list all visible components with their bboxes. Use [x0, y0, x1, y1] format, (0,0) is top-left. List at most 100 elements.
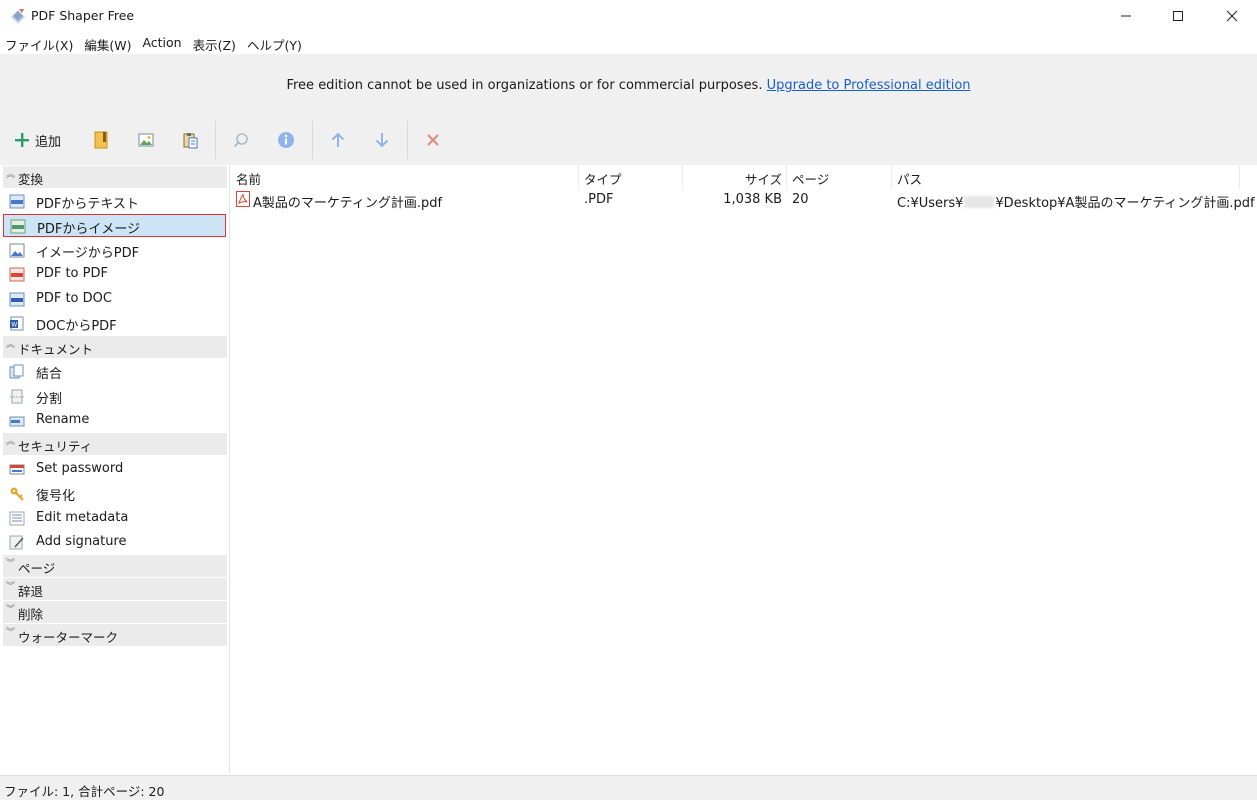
file-pages: 20 — [792, 192, 809, 207]
signature-icon — [9, 535, 24, 550]
toolbar-separator — [407, 121, 408, 159]
menu-view[interactable]: 表示(Z) — [188, 32, 241, 54]
maximize-icon — [1173, 11, 1183, 21]
sidebar-item-pdf-to-text[interactable]: PDFからテキスト — [3, 190, 226, 213]
group-header-page[interactable]: ︾ ページ — [3, 555, 227, 577]
file-path-prefix: C:¥Users¥ — [897, 196, 964, 211]
bookmark-icon — [94, 131, 108, 149]
sidebar-item-pdf-to-image[interactable]: PDFからイメージ — [3, 214, 226, 237]
sidebar-item-add-signature[interactable]: Add signature — [3, 531, 226, 554]
chevron-up-icon: ︽ — [6, 340, 16, 350]
upgrade-link[interactable]: Upgrade to Professional edition — [767, 78, 971, 93]
close-button[interactable] — [1207, 0, 1257, 32]
menu-edit[interactable]: 編集(W) — [79, 32, 136, 54]
sidebar-item-pdf-to-doc[interactable]: PDF to DOC — [3, 288, 226, 311]
file-list: 名前 タイプ サイズ ページ パス A製品のマーケティング計画.pdf .PDF… — [231, 165, 1257, 773]
split-icon — [10, 389, 24, 404]
column-header-size[interactable]: サイズ — [683, 165, 787, 189]
doc-file-icon — [9, 292, 25, 307]
add-label: 追加 — [35, 134, 62, 150]
chevron-down-icon: ︾ — [6, 582, 16, 592]
jpg-file-icon — [10, 219, 26, 234]
clipboard-icon — [183, 133, 198, 149]
plus-icon — [15, 133, 29, 147]
toolbar: 追加 — [0, 120, 1257, 160]
sidebar-item-split[interactable]: 分割 — [3, 385, 226, 408]
sidebar-item-set-password[interactable]: Set password — [3, 458, 226, 481]
image-to-pdf-icon — [9, 243, 25, 258]
sidebar-item-doc-to-pdf[interactable]: W DOCからPDF — [3, 312, 226, 335]
close-icon — [1226, 10, 1238, 22]
arrow-down-icon — [375, 133, 389, 148]
chevron-down-icon: ︾ — [6, 605, 16, 615]
menu-file[interactable]: ファイル(X) — [0, 32, 78, 54]
search-button[interactable] — [229, 128, 253, 152]
menu-action[interactable]: Action — [137, 32, 186, 54]
menu-help[interactable]: ヘルプ(Y) — [242, 32, 307, 54]
column-header-path[interactable]: パス — [892, 165, 1240, 189]
file-name: A製品のマーケティング計画.pdf — [253, 196, 443, 211]
info-button[interactable] — [274, 128, 298, 152]
file-type: .PDF — [584, 192, 614, 207]
column-header-type[interactable]: タイプ — [579, 165, 683, 189]
group-header-decline[interactable]: ︾ 辞退 — [3, 578, 227, 600]
toolbar-separator — [215, 121, 216, 159]
group-header-convert[interactable]: ︽ 変換 — [3, 166, 227, 188]
group-header-document[interactable]: ︽ ドキュメント — [3, 336, 227, 358]
sidebar-item-decrypt[interactable]: 復号化 — [3, 482, 226, 505]
sidebar-item-edit-metadata[interactable]: Edit metadata — [3, 507, 226, 530]
image-button[interactable] — [134, 128, 158, 152]
delete-x-icon — [427, 134, 439, 146]
word-file-icon: W — [10, 316, 24, 331]
file-path-suffix: ¥Desktop¥A製品のマーケティング計画.pdf — [995, 196, 1255, 211]
group-header-watermark[interactable]: ︾ ウォーターマーク — [3, 624, 227, 646]
chevron-down-icon: ︾ — [6, 628, 16, 638]
key-icon — [10, 487, 24, 501]
sidebar-item-merge[interactable]: 結合 — [3, 360, 226, 383]
move-up-button[interactable] — [326, 128, 350, 152]
txt-file-icon — [9, 194, 25, 209]
group-header-security[interactable]: ︽ セキュリティ — [3, 433, 227, 455]
clipboard-button[interactable] — [178, 128, 202, 152]
metadata-icon — [9, 511, 25, 526]
move-down-button[interactable] — [370, 128, 394, 152]
add-button[interactable]: 追加 — [14, 128, 61, 152]
chevron-down-icon: ︾ — [6, 559, 16, 569]
pdf-file-icon — [9, 267, 25, 282]
delete-button[interactable] — [421, 128, 445, 152]
status-text: ファイル: 1, 合計ページ: 20 — [4, 784, 165, 799]
arrow-up-icon — [331, 132, 345, 147]
sidebar: ︽ 変換 PDFからテキスト PDFからイメージ イメージからPDF PDF t… — [0, 165, 230, 773]
image-icon — [138, 133, 154, 147]
column-header-pages[interactable]: ページ — [787, 165, 892, 189]
search-icon — [233, 133, 248, 148]
bookmark-button[interactable] — [89, 128, 113, 152]
rename-icon — [9, 416, 25, 427]
notice-line: Free edition cannot be used in organizat… — [0, 78, 1257, 93]
merge-icon — [9, 364, 24, 379]
group-header-delete[interactable]: ︾ 削除 — [3, 601, 227, 623]
status-bar: ファイル: 1, 合計ページ: 20 — [0, 775, 1257, 800]
column-header-name[interactable]: 名前 — [231, 165, 579, 189]
redacted-username — [964, 196, 995, 208]
toolbar-separator — [312, 121, 313, 159]
chevron-up-icon: ︽ — [6, 170, 16, 180]
sidebar-item-pdf-to-pdf[interactable]: PDF to PDF — [3, 263, 226, 286]
table-row[interactable]: A製品のマーケティング計画.pdf .PDF 1,038 KB 20 C:¥Us… — [231, 189, 1257, 211]
notice-text: Free edition cannot be used in organizat… — [286, 78, 763, 93]
info-icon — [278, 132, 294, 148]
minimize-button[interactable] — [1101, 0, 1151, 32]
maximize-button[interactable] — [1153, 0, 1203, 32]
sidebar-item-rename[interactable]: Rename — [3, 409, 226, 432]
password-icon — [9, 464, 25, 475]
title-bar: PDF Shaper Free — [0, 0, 1257, 32]
menu-bar: ファイル(X) 編集(W) Action 表示(Z) ヘルプ(Y) — [0, 32, 1257, 54]
file-path: C:¥Users¥ ¥Desktop¥A製品のマーケティング計画.pdf — [897, 192, 1255, 211]
app-logo-icon — [11, 9, 25, 24]
pdf-file-icon — [236, 191, 250, 207]
svg-text:W: W — [11, 322, 17, 329]
file-size: 1,038 KB — [723, 192, 782, 207]
minimize-icon — [1121, 15, 1131, 17]
window-title: PDF Shaper Free — [31, 8, 135, 23]
sidebar-item-image-to-pdf[interactable]: イメージからPDF — [3, 239, 226, 262]
